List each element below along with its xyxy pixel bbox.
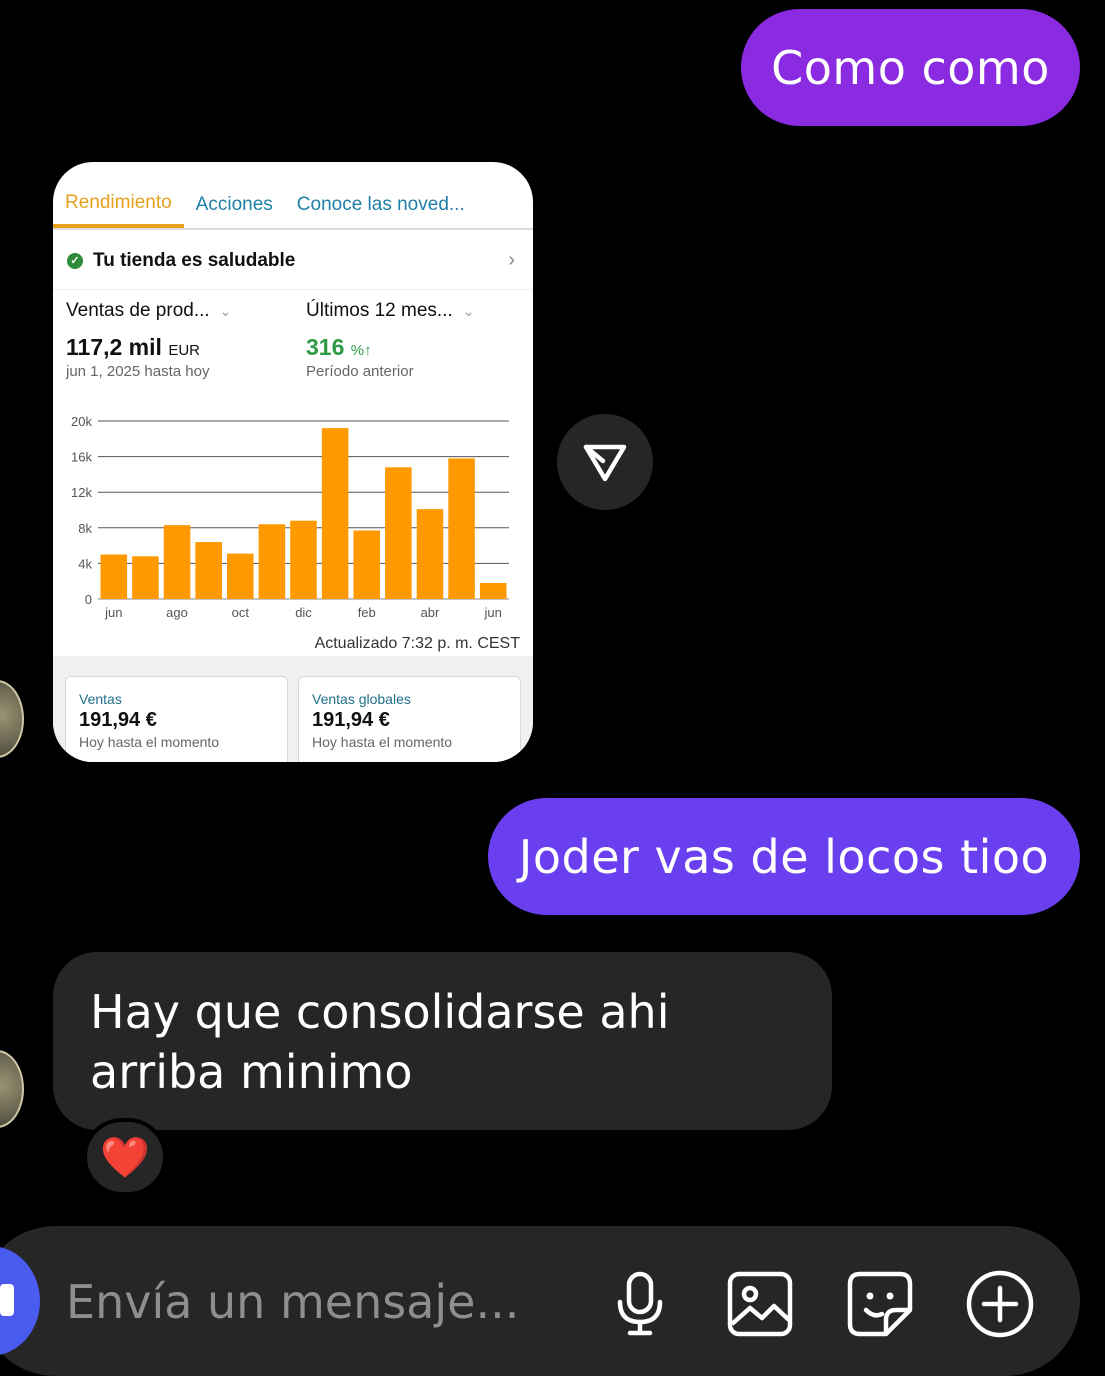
bar-ago <box>163 525 191 599</box>
chevron-right-icon: › <box>508 249 515 271</box>
outgoing-message-bubble[interactable]: Como como <box>741 9 1080 126</box>
comparison-summary: Últimos 12 mes... ⌄ 316 %↑ Período anter… <box>306 300 475 380</box>
shared-image-message[interactable]: Rendimiento Acciones Conoce las noved...… <box>53 162 533 762</box>
y-tick-label: 16k <box>71 450 92 465</box>
tab-novedades: Conoce las noved... <box>296 194 465 215</box>
message-text: Como como <box>771 40 1050 95</box>
x-tick-label: feb <box>358 605 376 620</box>
microphone-icon <box>617 1271 663 1336</box>
sales-value: 117,2 mil EUR <box>66 334 231 361</box>
store-health-row: ✓ Tu tienda es saludable › <box>53 232 533 290</box>
message-input[interactable] <box>66 1270 586 1334</box>
sender-avatar[interactable] <box>0 680 24 758</box>
sales-bar-chart: 20k 16k 12k 8k 4k 0 jun ago oct dic feb abr jun <box>71 414 509 620</box>
chevron-down-icon: ⌄ <box>462 302 475 319</box>
bar-sep <box>195 542 222 599</box>
y-tick-label: 8k <box>78 521 92 536</box>
dm-chat-screen: Como como Rendimiento Acciones Conoce la… <box>0 0 1105 1376</box>
x-tick-label: abr <box>421 605 440 620</box>
share-button[interactable] <box>557 414 653 510</box>
sticker-button[interactable] <box>842 1266 918 1342</box>
health-label: Tu tienda es saludable <box>93 249 296 271</box>
metric-dropdown: Ventas de prod... ⌄ <box>66 300 231 322</box>
sticker-icon <box>847 1271 913 1337</box>
bar-mar <box>385 467 412 599</box>
sender-avatar[interactable] <box>0 1050 24 1128</box>
stat-note: Hoy hasta el momento <box>79 734 220 750</box>
tab-acciones: Acciones <box>195 194 273 215</box>
y-tick-label: 0 <box>85 592 92 607</box>
sales-summary: Ventas de prod... ⌄ 117,2 mil EUR jun 1,… <box>66 300 231 380</box>
bar-dic <box>290 520 317 599</box>
stat-note: Hoy hasta el momento <box>312 734 453 750</box>
updated-timestamp: Actualizado 7:32 p. m. CEST <box>314 635 520 652</box>
stat-value: 191,94 € <box>312 709 390 731</box>
stat-card-ventas: Ventas 191,94 € Hoy hasta el momento <box>65 676 288 762</box>
comparison-period: Período anterior <box>306 363 414 380</box>
more-options-button[interactable] <box>962 1266 1038 1342</box>
sales-amount: 117,2 mil <box>66 334 162 360</box>
heart-reaction[interactable]: ❤️ <box>83 1118 167 1196</box>
sales-currency: EUR <box>168 342 200 359</box>
voice-message-button[interactable] <box>602 1266 678 1342</box>
growth-amount: 316 <box>306 334 345 360</box>
gallery-button[interactable] <box>722 1266 798 1342</box>
bar-feb <box>353 530 381 599</box>
bar-may <box>448 458 475 599</box>
y-tick-label: 4k <box>78 556 92 571</box>
chevron-down-icon: ⌄ <box>219 302 232 319</box>
bar-ene <box>321 428 349 599</box>
period-dropdown-label: Últimos 12 mes... <box>306 300 453 321</box>
stat-value: 191,94 € <box>79 709 157 731</box>
x-tick-label: jun <box>484 605 502 620</box>
stat-card-ventas-globales: Ventas globales 191,94 € Hoy hasta el mo… <box>298 676 521 762</box>
bar-nov <box>258 524 286 599</box>
gallery-icon <box>727 1271 793 1337</box>
tab-rendimiento: Rendimiento <box>53 192 184 228</box>
y-tick-label: 20k <box>71 414 92 429</box>
tab-bar: Rendimiento Acciones Conoce las noved... <box>53 162 533 230</box>
period-dropdown: Últimos 12 mes... ⌄ <box>306 300 475 322</box>
x-tick-label: oct <box>232 605 250 620</box>
plus-circle-icon <box>966 1270 1034 1338</box>
stat-title: Ventas globales <box>312 691 411 707</box>
bar-jun <box>100 554 128 599</box>
message-text: Joder vas de locos tioo <box>518 829 1050 884</box>
heart-icon: ❤️ <box>100 1134 150 1181</box>
x-tick-label: jun <box>104 605 122 620</box>
bar-jul <box>132 556 159 599</box>
x-tick-label: ago <box>166 605 188 620</box>
bar-abr <box>416 509 444 599</box>
growth-unit: %↑ <box>350 342 372 359</box>
bar-jun <box>479 582 507 599</box>
incoming-message-bubble[interactable]: Hay que consolidarse ahi arriba minimo <box>53 952 832 1130</box>
growth-value: 316 %↑ <box>306 334 475 361</box>
y-tick-label: 12k <box>71 485 92 500</box>
outgoing-message-bubble[interactable]: Joder vas de locos tioo <box>488 798 1080 915</box>
sales-period: jun 1, 2025 hasta hoy <box>66 363 210 380</box>
bar-oct <box>226 553 254 599</box>
metric-dropdown-label: Ventas de prod... <box>66 300 210 321</box>
check-circle-icon: ✓ <box>67 252 83 269</box>
message-text: Hay que consolidarse ahi arriba minimo <box>90 985 670 1099</box>
stat-title: Ventas <box>79 691 122 707</box>
x-tick-label: dic <box>295 605 312 620</box>
share-send-icon <box>583 444 627 482</box>
